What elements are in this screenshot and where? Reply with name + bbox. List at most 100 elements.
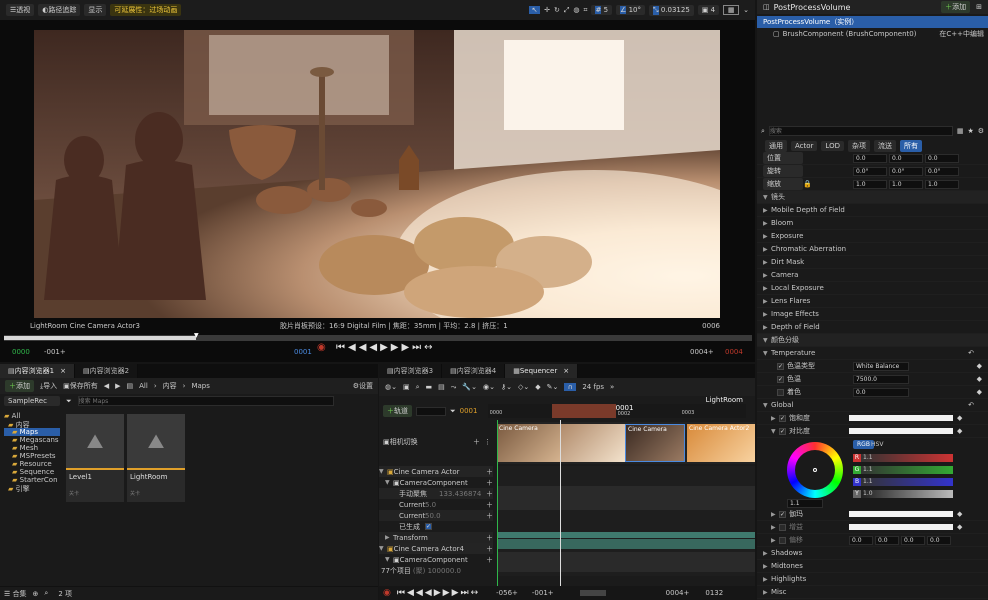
save-icon[interactable]: ▣ bbox=[403, 383, 410, 391]
path-tracing-button[interactable]: ◐ 路径追踪 bbox=[38, 4, 81, 16]
record-icon[interactable]: ◉ bbox=[317, 342, 326, 353]
contrast-swatch[interactable] bbox=[849, 428, 953, 434]
track-row[interactable]: ▼ ▣ Cine Camera Actor ＋ bbox=[379, 466, 493, 477]
asset-tile[interactable]: ⛰ LightRoom 关卡 bbox=[127, 414, 185, 502]
eye-icon[interactable]: ◉⌄ bbox=[483, 383, 495, 391]
plus-icon[interactable]: ＋ bbox=[473, 437, 480, 447]
filter-streaming[interactable]: 流送 bbox=[873, 140, 896, 152]
wrench-icon[interactable]: 🔧⌄ bbox=[462, 383, 477, 391]
scale-snap-button[interactable]: ⤡ 0.03125 bbox=[649, 4, 694, 16]
add-track-button[interactable]: ＋轨道 bbox=[383, 405, 412, 417]
select-icon[interactable]: ↖ bbox=[529, 6, 541, 14]
film-icon[interactable]: ▬ bbox=[426, 383, 433, 391]
world-icon[interactable]: ◍ bbox=[573, 6, 579, 14]
track-row[interactable]: 手动聚焦 133.436874 ＋ bbox=[379, 488, 493, 499]
highlights-group[interactable]: ▶ Highlights bbox=[757, 573, 988, 586]
checkbox[interactable]: ✓ bbox=[777, 362, 784, 370]
filter-icon[interactable]: ⏷ bbox=[450, 407, 456, 416]
seq-scrollbar[interactable] bbox=[579, 590, 606, 596]
component-root[interactable]: PostProcessVolume（实例） bbox=[757, 16, 988, 28]
filter-general[interactable]: 通用 bbox=[765, 140, 787, 152]
details-search-input[interactable] bbox=[768, 126, 953, 136]
kebab-icon[interactable]: ⋮ bbox=[484, 438, 491, 446]
hsv-mode[interactable]: HSV bbox=[871, 441, 883, 448]
tab-content-browser-1[interactable]: ▤ 内容浏览器1 × bbox=[0, 364, 75, 378]
key-icon[interactable]: ⚷⌄ bbox=[501, 383, 512, 391]
lens-item[interactable]: ▶ Chromatic Aberration bbox=[757, 243, 988, 256]
lens-item[interactable]: ▶ Depth of Field bbox=[757, 321, 988, 334]
keyframe-area[interactable] bbox=[497, 466, 755, 576]
plus-icon[interactable]: ＋ bbox=[486, 489, 493, 499]
back-icon[interactable]: ◀ bbox=[104, 382, 109, 390]
filter-misc[interactable]: 杂项 bbox=[847, 140, 870, 152]
checkbox[interactable]: ✓ bbox=[777, 375, 784, 383]
add-component-button[interactable]: ＋添加 bbox=[941, 1, 971, 13]
breadcrumb-all[interactable]: All bbox=[139, 382, 148, 390]
shot-thumbnail[interactable]: Cine Camera bbox=[625, 424, 685, 462]
lens-item[interactable]: ▶ Bloom bbox=[757, 217, 988, 230]
track-row[interactable]: ▼ ▣ Cine Camera Actor4 ＋ bbox=[379, 543, 493, 554]
gamma-swatch[interactable] bbox=[849, 511, 953, 517]
render-icon[interactable]: ▤ bbox=[438, 383, 445, 391]
filter-icon[interactable]: ⏷ bbox=[66, 397, 72, 406]
layout-icon[interactable]: ▦ bbox=[723, 5, 740, 15]
timeline-handle[interactable]: ▼ bbox=[194, 332, 199, 339]
track-row[interactable]: Current 50.0 ＋ bbox=[379, 510, 493, 521]
plus-icon[interactable]: ＋ bbox=[486, 533, 493, 543]
record-icon[interactable]: ◉ bbox=[383, 588, 391, 598]
shadows-group[interactable]: ▶ Shadows bbox=[757, 547, 988, 560]
misc-group[interactable]: ▶ Misc bbox=[757, 586, 988, 599]
world-icon[interactable]: ◍⌄ bbox=[385, 383, 397, 391]
search-icon[interactable]: ⌕ bbox=[44, 589, 48, 598]
chevron-down-icon[interactable]: ⌄ bbox=[743, 6, 749, 14]
track-row[interactable]: ▼ ▣ CameraComponent ＋ bbox=[379, 477, 493, 488]
add-collection-icon[interactable]: ⊕ bbox=[33, 590, 39, 598]
asset-tile[interactable]: ⛰ Level1 关卡 bbox=[66, 414, 124, 502]
move-icon[interactable]: ✛ bbox=[544, 6, 550, 14]
temperature-group[interactable]: ▼ Temperature ↶ bbox=[757, 347, 988, 360]
find-icon[interactable]: ⌕ bbox=[416, 383, 420, 392]
chevron-right-icon[interactable]: » bbox=[610, 383, 614, 391]
track-row[interactable]: 已生成 ✓ bbox=[379, 521, 493, 532]
tab-content-browser-2[interactable]: ▤ 内容浏览器2 bbox=[74, 364, 139, 378]
scalability-button[interactable]: 可延展性：过场动画 bbox=[110, 4, 182, 16]
keyframe-icon[interactable]: ◆ bbox=[957, 414, 962, 422]
global-group[interactable]: ▼ Global ↶ bbox=[757, 399, 988, 412]
color-grading-category[interactable]: ▼ 颜色分级 bbox=[757, 334, 988, 347]
track-row[interactable]: ▶ Transform ＋ bbox=[379, 532, 493, 543]
checkbox[interactable] bbox=[779, 536, 786, 544]
keyframe-icon[interactable]: ◆ bbox=[977, 375, 982, 383]
star-icon[interactable]: ★ bbox=[967, 127, 973, 135]
lens-item[interactable]: ▶ Lens Flares bbox=[757, 295, 988, 308]
import-button[interactable]: ⤓导入 bbox=[40, 381, 57, 391]
breadcrumb-maps[interactable]: Maps bbox=[191, 382, 209, 390]
time-ruler[interactable]: 0000 0001 0002 0003 bbox=[487, 404, 746, 418]
project-label[interactable]: SampleRec bbox=[4, 396, 60, 406]
keyframe-icon[interactable]: ◆ bbox=[957, 523, 962, 531]
rotate-icon[interactable]: ↻ bbox=[554, 6, 560, 14]
track-search[interactable] bbox=[416, 406, 446, 416]
shot-thumbnail[interactable] bbox=[561, 424, 625, 462]
plus-icon[interactable]: ＋ bbox=[486, 478, 493, 488]
filter-lod[interactable]: LOD bbox=[821, 141, 844, 151]
checkbox[interactable] bbox=[779, 523, 786, 531]
magnet-icon[interactable]: ∩ bbox=[564, 383, 577, 391]
lens-item[interactable]: ▶ Image Effects bbox=[757, 308, 988, 321]
pen-icon[interactable]: ✎⌄ bbox=[547, 383, 559, 391]
reset-icon[interactable]: ↶ bbox=[968, 349, 974, 357]
tree-resource[interactable]: ▰ Resource bbox=[4, 460, 60, 468]
filter-all[interactable]: 所有 bbox=[899, 140, 922, 152]
gain-swatch[interactable] bbox=[849, 524, 953, 530]
plus-icon[interactable]: ＋ bbox=[486, 544, 493, 554]
lens-item[interactable]: ▶ Local Exposure bbox=[757, 282, 988, 295]
checkbox[interactable]: ✓ bbox=[779, 427, 786, 435]
breadcrumb-content[interactable]: 内容 bbox=[163, 381, 177, 391]
plus-icon[interactable]: ＋ bbox=[486, 500, 493, 510]
tree-all[interactable]: ▰ All bbox=[4, 412, 60, 420]
angle-snap-button[interactable]: ∠ 10° bbox=[616, 5, 645, 15]
tree-megascans[interactable]: ▰ Megascans bbox=[4, 436, 60, 444]
diamond-icon[interactable]: ◇⌄ bbox=[518, 383, 529, 391]
tree-maps[interactable]: ▰ Maps bbox=[4, 428, 60, 436]
viewport-timeline[interactable]: ▼ bbox=[4, 332, 752, 341]
show-button[interactable]: 显示 bbox=[84, 4, 107, 16]
